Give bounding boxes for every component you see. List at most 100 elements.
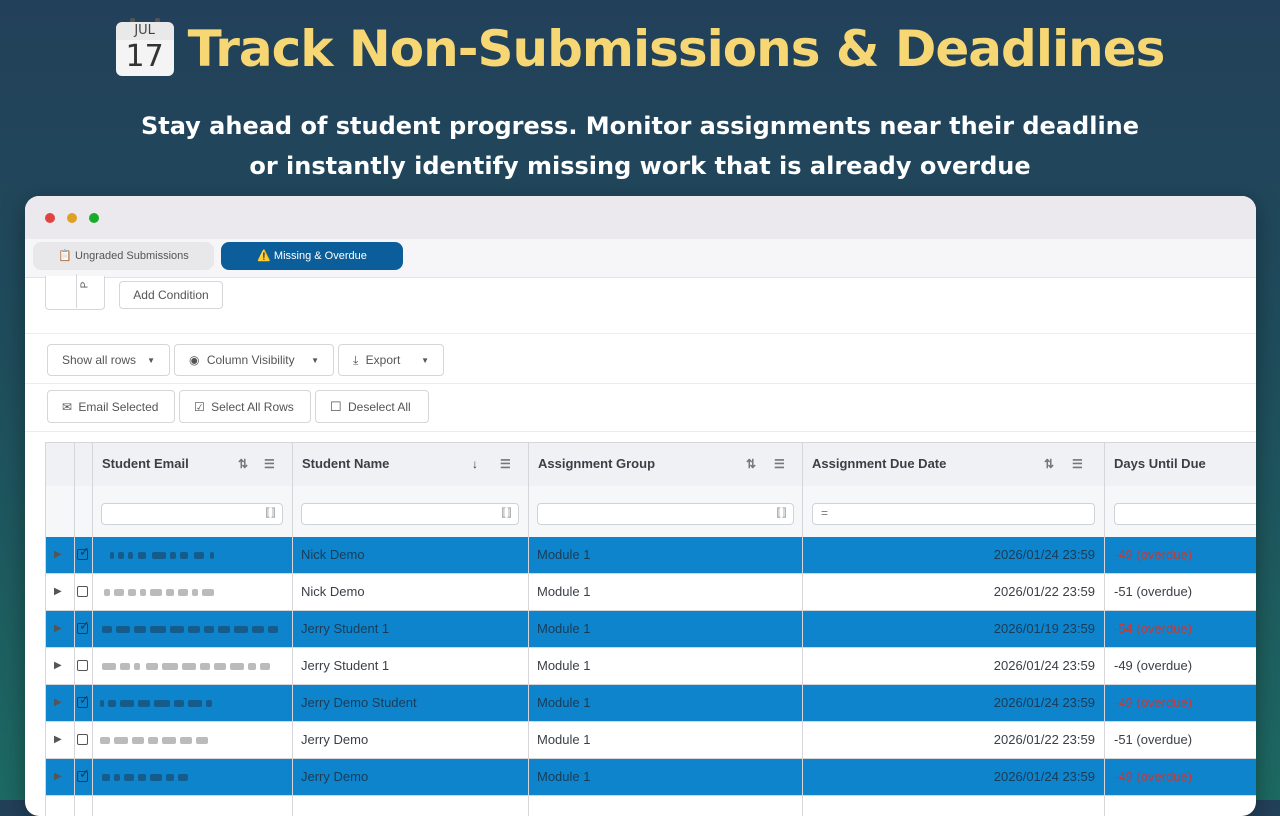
column-menu-icon[interactable]: ☰ (264, 443, 275, 485)
row-select-checkbox[interactable]: ✓ (77, 544, 90, 560)
column-header-days-until-due[interactable]: Days Until Due (1104, 443, 1256, 486)
empty-checkbox-icon: ☐ (330, 399, 342, 414)
table-row[interactable]: ▶ ✓ Nick Demo Module 1 2026/01/24 23:59 -49 (… (46, 537, 1256, 574)
column-visibility-dropdown[interactable]: ◉ Column Visibility ▼ (174, 344, 334, 376)
close-window-button[interactable] (45, 213, 55, 223)
warning-icon: ⚠️ (257, 250, 271, 262)
tab-label: Ungraded Submissions (75, 250, 189, 262)
sort-icon[interactable]: ⇅ (746, 443, 756, 485)
row-select-checkbox[interactable]: ✓ (77, 766, 90, 782)
column-header-student-email[interactable]: Student Email ⇅ ☰ (92, 443, 292, 486)
maximize-window-button[interactable] (89, 213, 99, 223)
redacted-email (188, 626, 200, 633)
redacted-email (178, 774, 188, 781)
window-titlebar (25, 196, 1256, 239)
expand-row-icon[interactable]: ▶ (54, 537, 64, 573)
row-select-checkbox[interactable] (77, 660, 88, 671)
redacted-email (252, 626, 264, 633)
data-grid: Student Email ⇅ ☰ Student Name ↓ ☰ Assig… (45, 442, 1256, 816)
due-date-cell: 2026/01/22 23:59 (993, 732, 1095, 747)
redacted-email (214, 663, 226, 670)
table-row[interactable]: ▶ Nick Demo Module 1 2026/01/22 23:59 -51 (o… (46, 574, 1256, 611)
days-until-due-cell: -54 (overdue) (1114, 621, 1193, 636)
assignment-group-cell: Module 1 (537, 584, 591, 599)
export-dropdown[interactable]: ⤓ Export ▼ (338, 344, 444, 376)
expand-row-icon[interactable]: ▶ (54, 648, 64, 684)
redacted-email (100, 700, 104, 707)
redacted-email (162, 663, 178, 670)
minimize-window-button[interactable] (67, 213, 77, 223)
redacted-email (268, 626, 278, 633)
expand-row-icon[interactable]: ▶ (54, 722, 64, 758)
deselect-all-button[interactable]: ☐ Deselect All (315, 390, 429, 423)
expand-row-icon[interactable]: ▶ (54, 611, 64, 647)
column-visibility-label: Column Visibility (206, 353, 295, 367)
table-row[interactable]: ▶ ✓ Jerry Demo Student Module 1 2026/01/24 2… (46, 685, 1256, 722)
assignment-group-cell: Module 1 (537, 547, 591, 562)
table-row[interactable]: ▶ Jerry Student 1 Module 1 2026/01/24 23:59… (46, 648, 1256, 685)
select-all-rows-button[interactable]: ☑ Select All Rows (179, 390, 311, 423)
sort-icon[interactable]: ⇅ (1044, 443, 1054, 485)
due-date-cell: 2026/01/24 23:59 (993, 769, 1095, 784)
sort-descending-icon[interactable]: ↓ (472, 443, 478, 485)
row-select-checkbox[interactable]: ✓ (77, 618, 90, 634)
due-date-cell: 2026/01/24 23:59 (993, 547, 1095, 562)
redacted-email (200, 663, 210, 670)
envelope-icon: ✉ (62, 400, 73, 414)
redacted-email (138, 774, 146, 781)
days-until-due-cell: -51 (overdue) (1114, 732, 1193, 747)
redacted-email (162, 737, 176, 744)
redacted-email (102, 663, 116, 670)
caret-down-icon: ▼ (147, 356, 155, 365)
redacted-email (114, 737, 128, 744)
row-select-checkbox[interactable] (77, 586, 88, 597)
column-menu-icon[interactable]: ☰ (774, 443, 785, 485)
expand-row-icon[interactable]: ▶ (54, 685, 64, 721)
column-header-assignment-group[interactable]: Assignment Group ⇅ ☰ (528, 443, 802, 486)
due-date-cell: 2026/01/24 23:59 (993, 695, 1095, 710)
expand-row-icon[interactable]: ▶ (54, 759, 64, 795)
expand-row-icon[interactable]: ▶ (54, 574, 64, 610)
table-row[interactable]: ▶ ✓ Jerry Demo Module 1 2026/01/24 23:59 -49 … (46, 759, 1256, 796)
row-select-checkbox[interactable] (77, 734, 88, 745)
student-name-filter-input[interactable]: ⟦⟧ (301, 503, 519, 525)
assignment-group-filter-input[interactable]: ⟦⟧ (537, 503, 794, 525)
student-email-filter-input[interactable]: ⟦⟧ (101, 503, 283, 525)
redacted-email (116, 626, 130, 633)
email-selected-button[interactable]: ✉ Email Selected (47, 390, 175, 423)
condition-block[interactable]: P (45, 274, 105, 310)
add-condition-button[interactable]: Add Condition (119, 281, 223, 309)
redacted-email (218, 626, 230, 633)
row-select-checkbox[interactable]: ✓ (77, 692, 90, 708)
table-row[interactable]: ▶ Jerry Demo Module 1 2026/01/22 23:59 -51 (… (46, 722, 1256, 759)
filter-range-icon: ⟦⟧ (501, 507, 512, 519)
tab-missing-overdue[interactable]: ⚠️ Missing & Overdue (221, 242, 403, 270)
redacted-email (128, 552, 133, 559)
redacted-email (120, 663, 130, 670)
redacted-email (138, 552, 146, 559)
column-header-assignment-due-date[interactable]: Assignment Due Date ⇅ ☰ (802, 443, 1104, 486)
show-rows-dropdown[interactable]: Show all rows ▼ (47, 344, 170, 376)
table-row[interactable]: ▶ ✓ Jerry Student 1 Module 1 2026/01/19 23:5… (46, 611, 1256, 648)
sort-icon[interactable]: ⇅ (238, 443, 248, 485)
caret-down-icon: ▼ (311, 356, 319, 365)
hero-subtitle-line-2: or instantly identify missing work that … (249, 152, 1031, 180)
column-menu-icon[interactable]: ☰ (1072, 443, 1083, 485)
column-header-student-name[interactable]: Student Name ↓ ☰ (292, 443, 528, 486)
caret-down-icon: ▼ (421, 356, 429, 365)
student-name-cell: Jerry Demo (301, 769, 369, 784)
tab-ungraded-submissions[interactable]: 📋 Ungraded Submissions (33, 242, 214, 270)
redacted-email (170, 552, 176, 559)
column-menu-icon[interactable]: ☰ (500, 443, 511, 485)
student-name-cell: Nick Demo (301, 547, 365, 562)
days-until-due-cell: -49 (overdue) (1114, 769, 1193, 784)
days-until-due-filter-input[interactable] (1114, 503, 1256, 525)
redacted-email (196, 737, 208, 744)
redacted-email (146, 663, 158, 670)
student-name-cell: Jerry Demo Student (301, 695, 417, 710)
redacted-email (102, 626, 112, 633)
due-date-filter-input[interactable]: = (812, 503, 1095, 525)
hero-subtitle: Stay ahead of student progress. Monitor … (0, 106, 1280, 186)
redacted-email (120, 700, 134, 707)
hero-title-text: Track Non-Submissions & Deadlines (187, 20, 1166, 78)
